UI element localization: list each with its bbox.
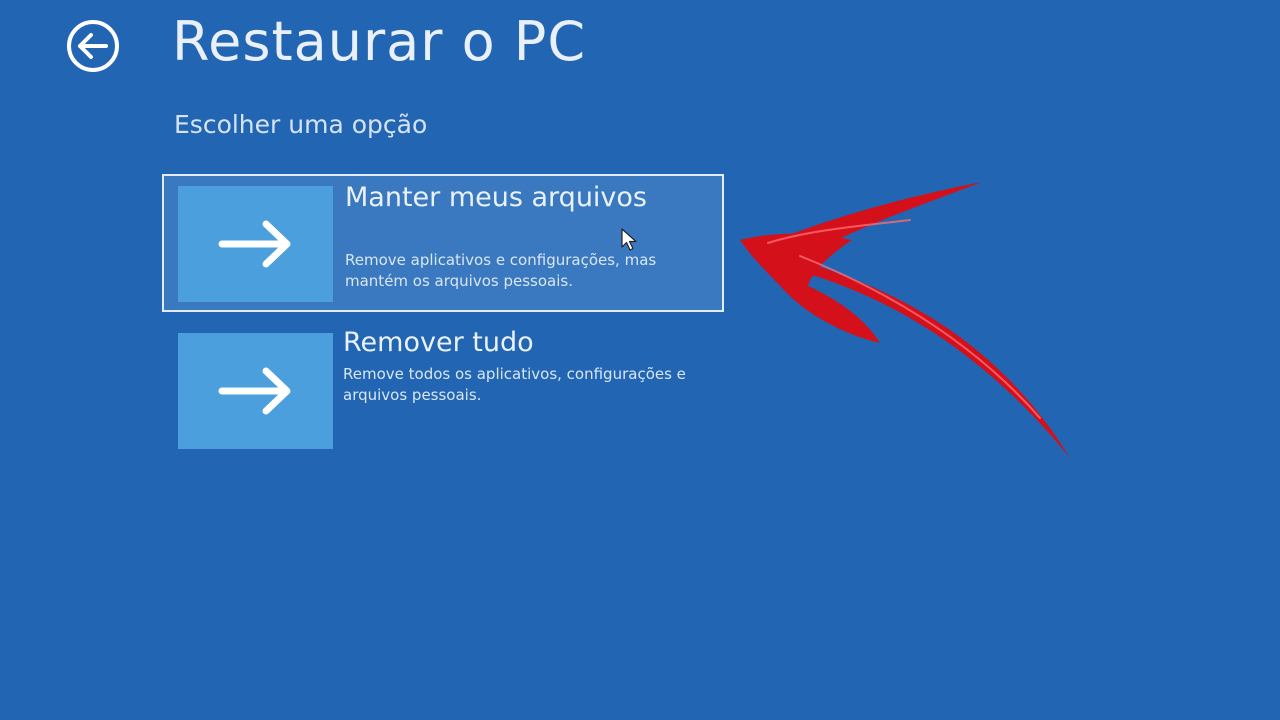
option-keep-files[interactable]: Manter meus arquivos Remove aplicativos … [162,174,724,312]
arrow-right-icon [218,220,290,268]
back-arrow-circle-icon [67,20,119,72]
option-description: Remove todos os aplicativos, configuraçõ… [343,365,686,404]
option-title: Remover tudo [343,327,534,358]
option-title: Manter meus arquivos [345,182,647,213]
option-remove-everything[interactable]: Remover tudo Remove todos os aplicativos… [162,321,724,459]
page-title: Restaurar o PC [172,10,587,73]
page-subtitle: Escolher uma opção [174,110,428,139]
red-arrow-annotation [740,182,1070,458]
option-description: Remove aplicativos e configurações, mas … [345,251,657,290]
mouse-pointer-icon [621,228,637,251]
arrow-right-icon [218,367,290,415]
option-tile [178,186,333,302]
back-button[interactable] [62,18,124,76]
option-tile [178,333,333,449]
